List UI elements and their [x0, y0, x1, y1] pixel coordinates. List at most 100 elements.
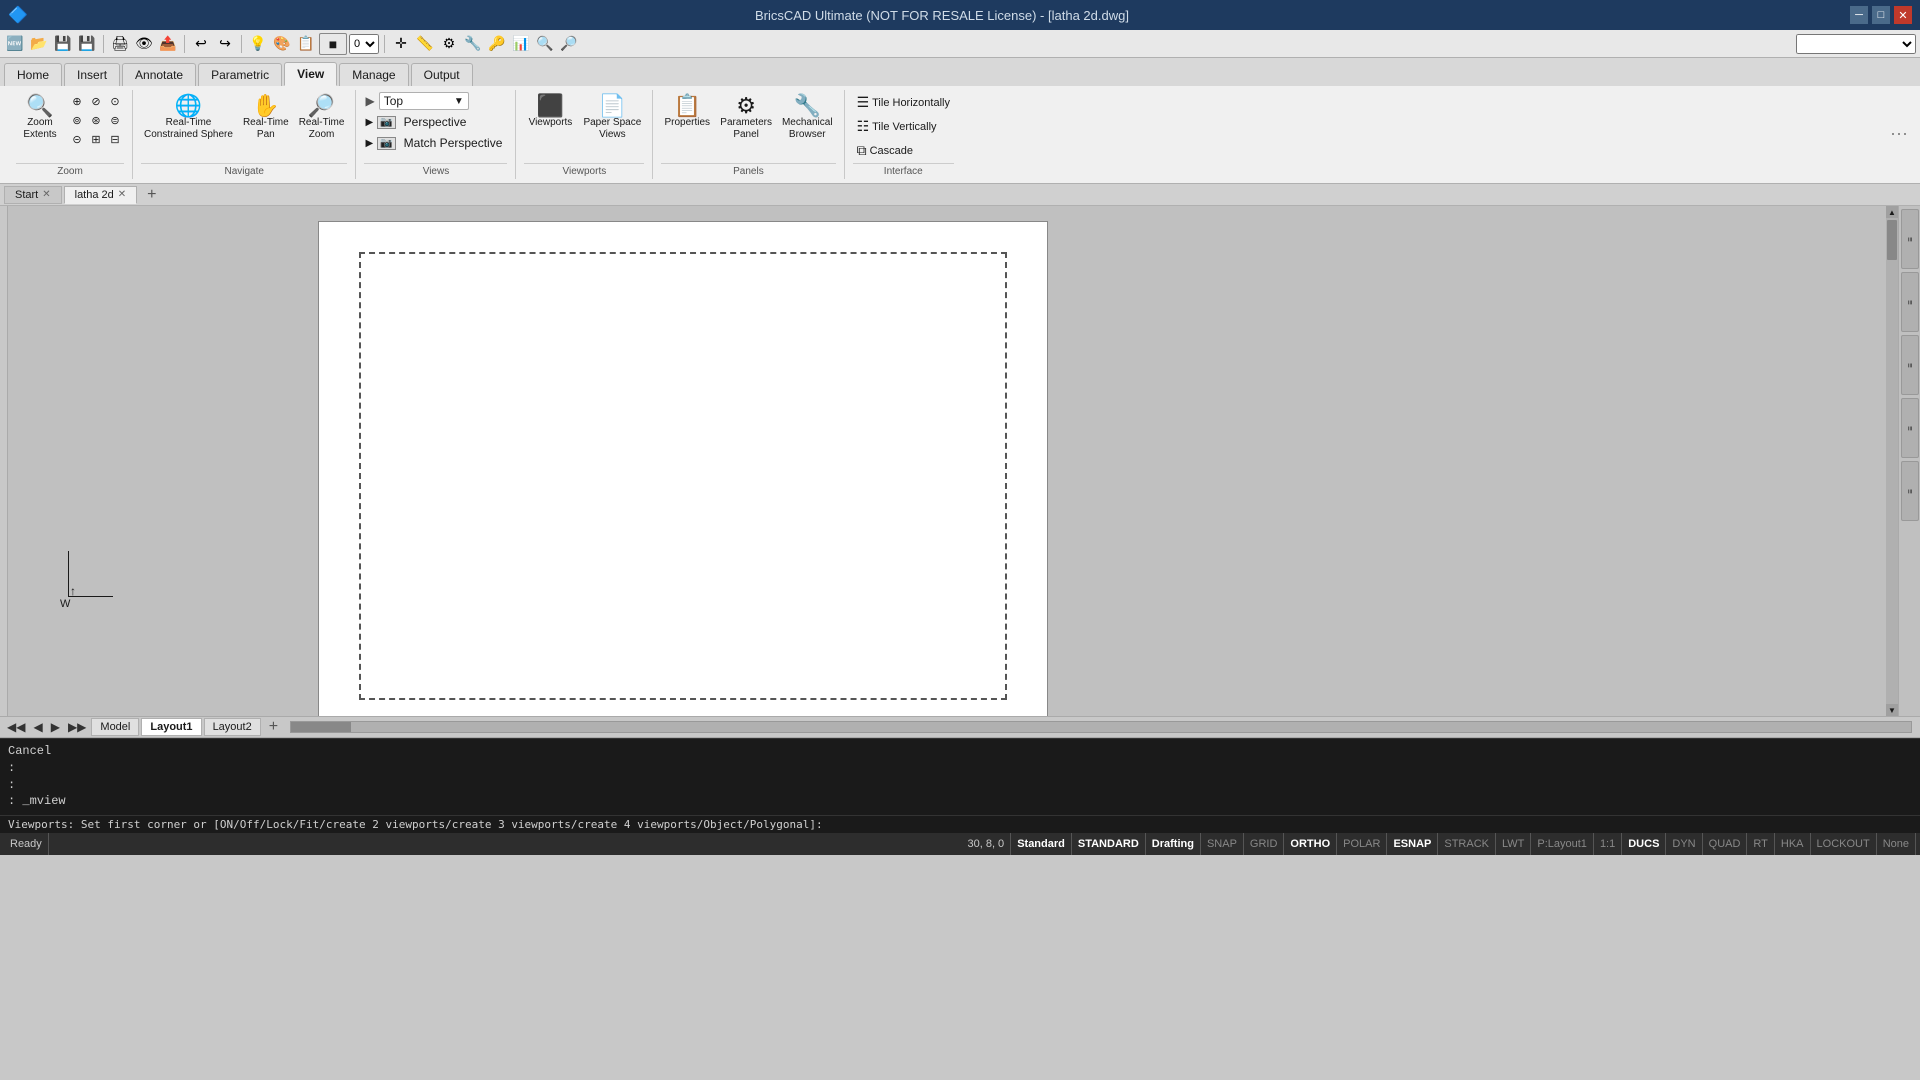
layout-tab-layout2[interactable]: Layout2: [204, 718, 261, 736]
status-hka[interactable]: HKA: [1775, 833, 1811, 855]
close-button[interactable]: ✕: [1894, 6, 1912, 24]
tab-output[interactable]: Output: [411, 63, 473, 86]
zoom-btn-7[interactable]: ⊝: [68, 130, 86, 148]
save-button[interactable]: 💾: [52, 33, 74, 55]
light-button[interactable]: 💡: [247, 33, 269, 55]
tab-insert[interactable]: Insert: [64, 63, 120, 86]
vscroll-up[interactable]: ▲: [1886, 206, 1898, 218]
hscroll-track[interactable]: [290, 721, 1912, 733]
zoom-btn-5[interactable]: ⊛: [87, 111, 105, 129]
doc-tab-start-close[interactable]: ✕: [42, 189, 50, 200]
zoom-btn-3[interactable]: ⊙: [106, 92, 124, 110]
cascade-btn[interactable]: ⧉ Cascade: [853, 140, 917, 161]
status-lockout[interactable]: LOCKOUT: [1811, 833, 1877, 855]
status-scale[interactable]: 1:1: [1594, 833, 1622, 855]
right-panel-icon-2[interactable]: ≡: [1901, 272, 1919, 332]
view-checkbox-1[interactable]: 📷: [377, 116, 395, 129]
zoom-btn-6[interactable]: ⊜: [106, 111, 124, 129]
viewports-btn[interactable]: ⬛ Viewports: [524, 92, 576, 132]
right-panel-icon-3[interactable]: ≡: [1901, 335, 1919, 395]
tile-horizontally-btn[interactable]: ☰ Tile Horizontally: [853, 92, 954, 113]
search-button[interactable]: 🔎: [558, 33, 580, 55]
paper-space-views-btn[interactable]: 📄 Paper SpaceViews: [580, 92, 644, 144]
layout-nav-last[interactable]: ▶▶: [65, 720, 89, 734]
ribbon-collapse-btn[interactable]: ⋯: [1886, 120, 1912, 149]
measure-button[interactable]: 📏: [414, 33, 436, 55]
tab-home[interactable]: Home: [4, 63, 62, 86]
status-polar[interactable]: POLAR: [1337, 833, 1387, 855]
layout-nav-next[interactable]: ▶: [48, 720, 63, 734]
right-panel-icon-1[interactable]: ≡: [1901, 209, 1919, 269]
status-ortho[interactable]: ORTHO: [1284, 833, 1337, 855]
vscroll-thumb[interactable]: [1887, 220, 1897, 260]
tab-manage[interactable]: Manage: [339, 63, 408, 86]
doc-tab-latha-close[interactable]: ✕: [118, 189, 126, 200]
zoom-extents-btn[interactable]: 🔍 ZoomExtents: [16, 92, 64, 144]
right-panel-icon-4[interactable]: ≡: [1901, 398, 1919, 458]
right-panel-icon-5[interactable]: ≡: [1901, 461, 1919, 521]
layout-tab-layout1[interactable]: Layout1: [141, 718, 201, 736]
status-quad[interactable]: QUAD: [1703, 833, 1748, 855]
view-dropdown[interactable]: Top ▼: [379, 92, 469, 110]
layer-button[interactable]: 📋: [295, 33, 317, 55]
properties-btn[interactable]: 📋 Properties: [661, 92, 713, 132]
zoom-btn-9[interactable]: ⊟: [106, 130, 124, 148]
saveas-button[interactable]: 💾: [76, 33, 98, 55]
status-rt[interactable]: RT: [1747, 833, 1774, 855]
status-playout[interactable]: P:Layout1: [1531, 833, 1594, 855]
doc-tab-add[interactable]: +: [139, 184, 164, 206]
status-standard2[interactable]: STANDARD: [1072, 833, 1146, 855]
tool2-button[interactable]: 🔧: [462, 33, 484, 55]
color-button[interactable]: ■: [319, 33, 347, 55]
print-button[interactable]: 🖨: [109, 33, 131, 55]
status-dyn[interactable]: DYN: [1666, 833, 1702, 855]
vscroll-down[interactable]: ▼: [1886, 704, 1898, 716]
publish-button[interactable]: 📤: [157, 33, 179, 55]
preview-button[interactable]: 👁: [133, 33, 155, 55]
realtime-pan-btn[interactable]: ✋ Real-TimePan: [240, 92, 292, 144]
status-standard[interactable]: Standard: [1011, 833, 1072, 855]
redo-button[interactable]: ↪: [214, 33, 236, 55]
status-none[interactable]: None: [1877, 833, 1916, 855]
layout-tab-add[interactable]: +: [263, 718, 284, 736]
perspective-btn[interactable]: Perspective: [400, 113, 471, 131]
mechanical-browser-btn[interactable]: 🔧 MechanicalBrowser: [779, 92, 836, 144]
doc-tab-latha[interactable]: latha 2d ✕: [64, 186, 138, 204]
status-strack[interactable]: STRACK: [1438, 833, 1496, 855]
new-button[interactable]: 🆕: [4, 33, 26, 55]
layout-tab-model[interactable]: Model: [91, 718, 139, 736]
status-grid[interactable]: GRID: [1244, 833, 1285, 855]
parameters-panel-btn[interactable]: ⚙ ParametersPanel: [717, 92, 775, 144]
zoom-btn-2[interactable]: ⊘: [87, 92, 105, 110]
tool4-button[interactable]: 📊: [510, 33, 532, 55]
status-lwt[interactable]: LWT: [1496, 833, 1531, 855]
tool5-button[interactable]: 🔍: [534, 33, 556, 55]
material-button[interactable]: 🎨: [271, 33, 293, 55]
undo-button[interactable]: ↩: [190, 33, 212, 55]
tab-parametric[interactable]: Parametric: [198, 63, 282, 86]
tile-vertically-btn[interactable]: ☷ Tile Vertically: [853, 116, 941, 137]
realtime-zoom-btn[interactable]: 🔎 Real-TimeZoom: [296, 92, 348, 144]
zoom-btn-1[interactable]: ⊕: [68, 92, 86, 110]
match-perspective-btn[interactable]: Match Perspective: [400, 134, 507, 152]
tab-annotate[interactable]: Annotate: [122, 63, 196, 86]
tool1-button[interactable]: ⚙: [438, 33, 460, 55]
vscroll[interactable]: ▲ ▼: [1886, 206, 1898, 716]
layout-nav-prev[interactable]: ◀: [30, 720, 45, 734]
open-button[interactable]: 📂: [28, 33, 50, 55]
workspace-select[interactable]: [1796, 34, 1916, 54]
status-ducs[interactable]: DUCS: [1622, 833, 1666, 855]
doc-tab-start[interactable]: Start ✕: [4, 186, 62, 204]
hscroll-thumb[interactable]: [291, 722, 351, 732]
status-drafting[interactable]: Drafting: [1146, 833, 1201, 855]
color-number-select[interactable]: 0: [349, 34, 379, 54]
tab-view[interactable]: View: [284, 62, 337, 86]
tool3-button[interactable]: 🔑: [486, 33, 508, 55]
status-esnap[interactable]: ESNAP: [1387, 833, 1438, 855]
zoom-btn-4[interactable]: ⊚: [68, 111, 86, 129]
snap-button[interactable]: ✛: [390, 33, 412, 55]
layout-nav-first[interactable]: ◀◀: [4, 720, 28, 734]
status-snap[interactable]: SNAP: [1201, 833, 1244, 855]
realtime-sphere-btn[interactable]: 🌐 Real-TimeConstrained Sphere: [141, 92, 236, 144]
restore-button[interactable]: □: [1872, 6, 1890, 24]
